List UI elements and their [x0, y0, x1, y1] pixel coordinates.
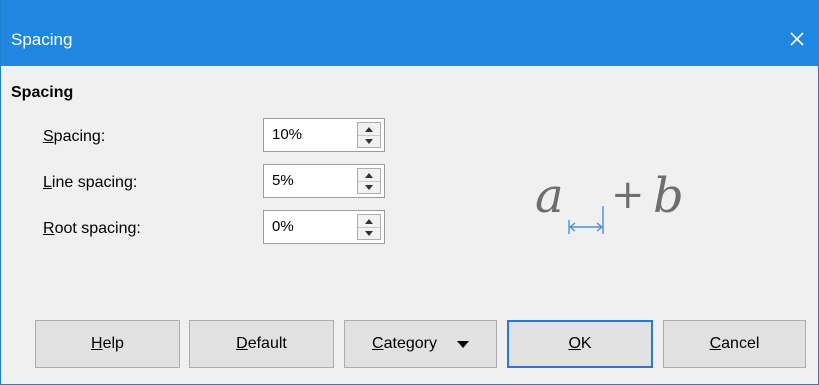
line-spacing-label: Line spacing: [43, 174, 137, 192]
root-spacing-label-mnemonic: R [43, 220, 55, 237]
close-icon [790, 32, 804, 46]
spacing-dialog: Spacing Spacing Spacing: Line spacing: R… [0, 0, 819, 385]
spacing-preview: a + b [535, 168, 684, 234]
line-spacing-input[interactable] [272, 172, 352, 189]
category-button-mnemonic: C [372, 335, 384, 352]
section-title: Spacing [11, 84, 74, 101]
root-spacing-spin-buttons [357, 214, 381, 240]
category-button-label: ategory [383, 335, 437, 352]
help-button-mnemonic: H [91, 335, 103, 352]
window-title: Spacing [11, 30, 73, 49]
root-spacing-spinbox [263, 210, 385, 244]
arrow-down-icon [365, 230, 373, 236]
spacing-decrement-button[interactable] [358, 135, 380, 147]
cancel-button-mnemonic: C [709, 335, 722, 352]
spacing-label-text: pacing: [53, 128, 106, 145]
root-spacing-decrement-button[interactable] [358, 227, 380, 239]
title-bar: Spacing [1, 0, 819, 66]
arrow-up-icon [365, 126, 373, 132]
help-button-label: elp [102, 335, 124, 352]
default-button-label: efault [247, 335, 287, 352]
spacing-spinbox [263, 118, 385, 152]
spacing-label: Spacing: [43, 128, 105, 146]
cancel-button[interactable]: Cancel [663, 320, 806, 368]
line-spacing-decrement-button[interactable] [358, 181, 380, 193]
default-button-mnemonic: D [236, 335, 248, 352]
ok-button-label: K [580, 335, 592, 352]
category-button[interactable]: Category [344, 320, 497, 368]
arrow-down-icon [365, 184, 373, 190]
arrow-up-icon [365, 172, 373, 178]
arrow-down-icon [365, 138, 373, 144]
line-spacing-spinbox [263, 164, 385, 198]
line-spacing-spin-buttons [357, 168, 381, 194]
spacing-label-mnemonic: S [43, 128, 54, 145]
spacing-arrow-icon [568, 206, 604, 234]
root-spacing-label-text: oot spacing: [54, 220, 141, 237]
arrow-up-icon [365, 218, 373, 224]
line-spacing-label-text: ine spacing: [51, 174, 138, 191]
preview-operator: + [611, 172, 645, 218]
spacing-spin-buttons [357, 122, 381, 148]
preview-symbol-a: a [535, 168, 564, 224]
spacing-input[interactable] [272, 126, 352, 143]
root-spacing-input[interactable] [272, 218, 352, 235]
line-spacing-label-mnemonic: L [43, 174, 52, 191]
close-button[interactable] [774, 20, 819, 58]
cancel-button-label: ancel [721, 335, 760, 352]
dropdown-arrow-icon [456, 340, 469, 348]
help-button[interactable]: Help [35, 320, 180, 368]
ok-button-mnemonic: O [568, 335, 581, 352]
root-spacing-label: Root spacing: [43, 220, 141, 238]
ok-button[interactable]: OK [507, 320, 653, 368]
preview-symbol-b: b [653, 168, 684, 224]
default-button[interactable]: Default [189, 320, 334, 368]
